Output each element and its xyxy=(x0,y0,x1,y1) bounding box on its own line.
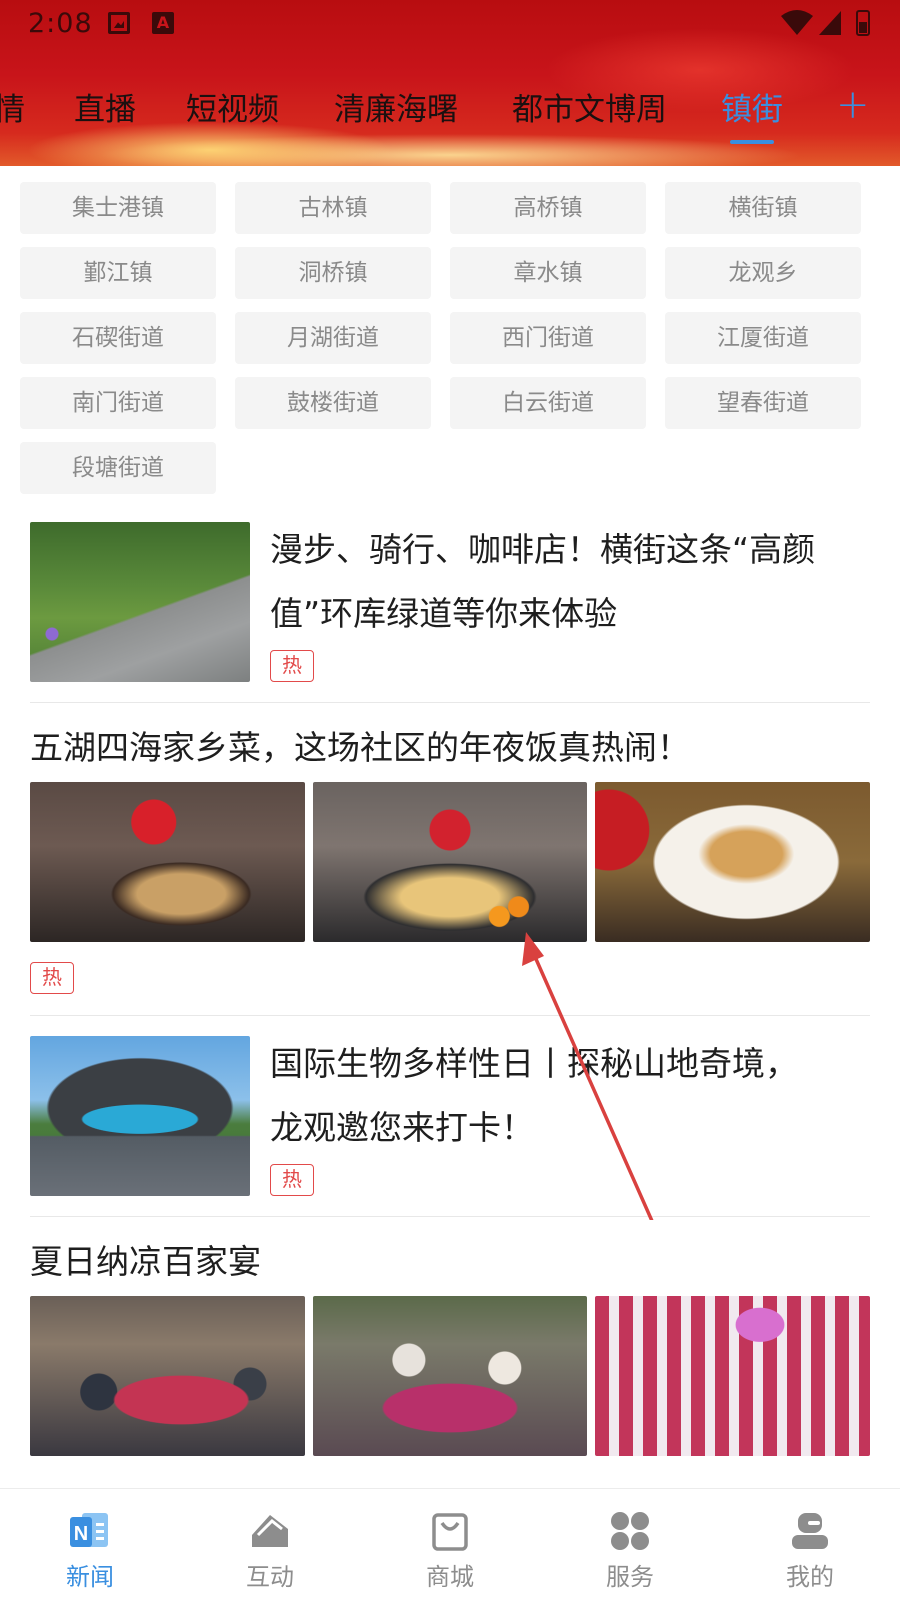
town-chip[interactable]: 洞桥镇 xyxy=(235,247,431,299)
nav-label: 我的 xyxy=(786,1563,834,1591)
hot-badge: 热 xyxy=(30,962,74,994)
annotation-arrow xyxy=(522,932,654,1220)
tab-live[interactable]: 直播 xyxy=(74,84,136,129)
town-chip[interactable]: 望春街道 xyxy=(665,377,861,429)
news-thumbnail xyxy=(30,522,250,682)
wifi-icon xyxy=(781,10,813,35)
town-chip[interactable]: 月湖街道 xyxy=(235,312,431,364)
nav-interact[interactable]: 互动 xyxy=(210,1489,330,1600)
news-image xyxy=(595,782,870,942)
news-item[interactable]: 夏日纳凉百家宴 xyxy=(30,1230,870,1460)
interact-icon xyxy=(252,1515,288,1547)
shop-bag-icon xyxy=(432,1513,468,1551)
image-notification-icon xyxy=(108,12,130,34)
tab-zhenjie[interactable]: 镇街 xyxy=(721,84,783,129)
news-image xyxy=(313,1296,587,1456)
nav-label: 服务 xyxy=(606,1563,654,1591)
news-title-line: 值”环库绿道等你来体验 xyxy=(270,594,618,633)
tab-qinglian-haishu[interactable]: 清廉海曙 xyxy=(334,84,458,129)
nav-news[interactable]: N 新闻 xyxy=(30,1489,150,1600)
news-image xyxy=(595,1296,870,1456)
channel-tabs: 情 直播 短视频 清廉海曙 都市文博周 镇街 xyxy=(0,84,900,144)
signal-icon xyxy=(819,11,841,35)
status-time: 2:08 xyxy=(28,8,93,39)
profile-icon xyxy=(792,1513,828,1549)
town-chip[interactable]: 横街镇 xyxy=(665,182,861,234)
news-icon: N xyxy=(70,1513,108,1547)
hot-badge: 热 xyxy=(270,650,314,682)
nav-profile[interactable]: 我的 xyxy=(750,1489,870,1600)
news-item[interactable]: 漫步、骑行、咖啡店！横街这条“高颜 值”环库绿道等你来体验 热 xyxy=(30,522,870,682)
tab-short-video[interactable]: 短视频 xyxy=(186,84,279,129)
header-banner: 2:08 A 情 直播 短视频 清廉海曙 都市文博周 镇街 + xyxy=(0,0,900,166)
news-title: 夏日纳凉百家宴 xyxy=(30,1242,261,1281)
hot-badge: 热 xyxy=(270,1164,314,1196)
divider xyxy=(30,1015,870,1016)
news-thumbnail xyxy=(30,1036,250,1196)
town-chip[interactable]: 白云街道 xyxy=(450,377,646,429)
town-chip[interactable]: 龙观乡 xyxy=(665,247,861,299)
news-image xyxy=(30,782,305,942)
battery-icon xyxy=(856,10,870,36)
town-chip[interactable]: 高桥镇 xyxy=(450,182,646,234)
active-tab-indicator xyxy=(730,140,774,144)
news-item[interactable]: 国际生物多样性日丨探秘山地奇境， 龙观邀您来打卡！ 热 xyxy=(30,1036,870,1196)
town-chip[interactable]: 鄞江镇 xyxy=(20,247,216,299)
divider xyxy=(30,1216,870,1217)
tab-qing[interactable]: 情 xyxy=(0,84,25,129)
nav-services[interactable]: 服务 xyxy=(570,1489,690,1600)
bottom-navigation: N 新闻 互动 商城 服务 我的 xyxy=(0,1488,900,1600)
town-chip[interactable]: 古林镇 xyxy=(235,182,431,234)
svg-text:N: N xyxy=(74,1523,88,1545)
services-grid-icon xyxy=(611,1512,649,1550)
town-chip[interactable]: 西门街道 xyxy=(450,312,646,364)
news-item[interactable]: 五湖四海家乡菜，这场社区的年夜饭真热闹！ 热 xyxy=(30,716,870,1006)
news-title: 漫步、骑行、咖啡店！横街这条“高颜 值”环库绿道等你来体验 xyxy=(270,518,870,646)
add-channel-button[interactable]: + xyxy=(836,82,870,128)
town-chip[interactable]: 鼓楼街道 xyxy=(235,377,431,429)
town-chip[interactable]: 段塘街道 xyxy=(20,442,216,494)
nav-shop[interactable]: 商城 xyxy=(390,1489,510,1600)
town-chip[interactable]: 章水镇 xyxy=(450,247,646,299)
tab-dushi-wenbo[interactable]: 都市文博周 xyxy=(512,84,667,129)
news-image xyxy=(313,782,587,942)
nav-label: 商城 xyxy=(426,1563,474,1591)
sim-badge-icon: A xyxy=(152,12,174,34)
news-title-line: 漫步、骑行、咖啡店！横街这条“高颜 xyxy=(270,530,816,569)
nav-label: 互动 xyxy=(246,1563,294,1591)
town-chip[interactable]: 江厦街道 xyxy=(665,312,861,364)
status-bar: 2:08 A xyxy=(0,0,900,50)
town-chip[interactable]: 集士港镇 xyxy=(20,182,216,234)
news-title: 五湖四海家乡菜，这场社区的年夜饭真热闹！ xyxy=(30,728,690,767)
nav-label: 新闻 xyxy=(66,1563,114,1591)
news-image xyxy=(30,1296,305,1456)
town-chip[interactable]: 南门街道 xyxy=(20,377,216,429)
divider xyxy=(30,702,870,703)
town-chip[interactable]: 石碶街道 xyxy=(20,312,216,364)
